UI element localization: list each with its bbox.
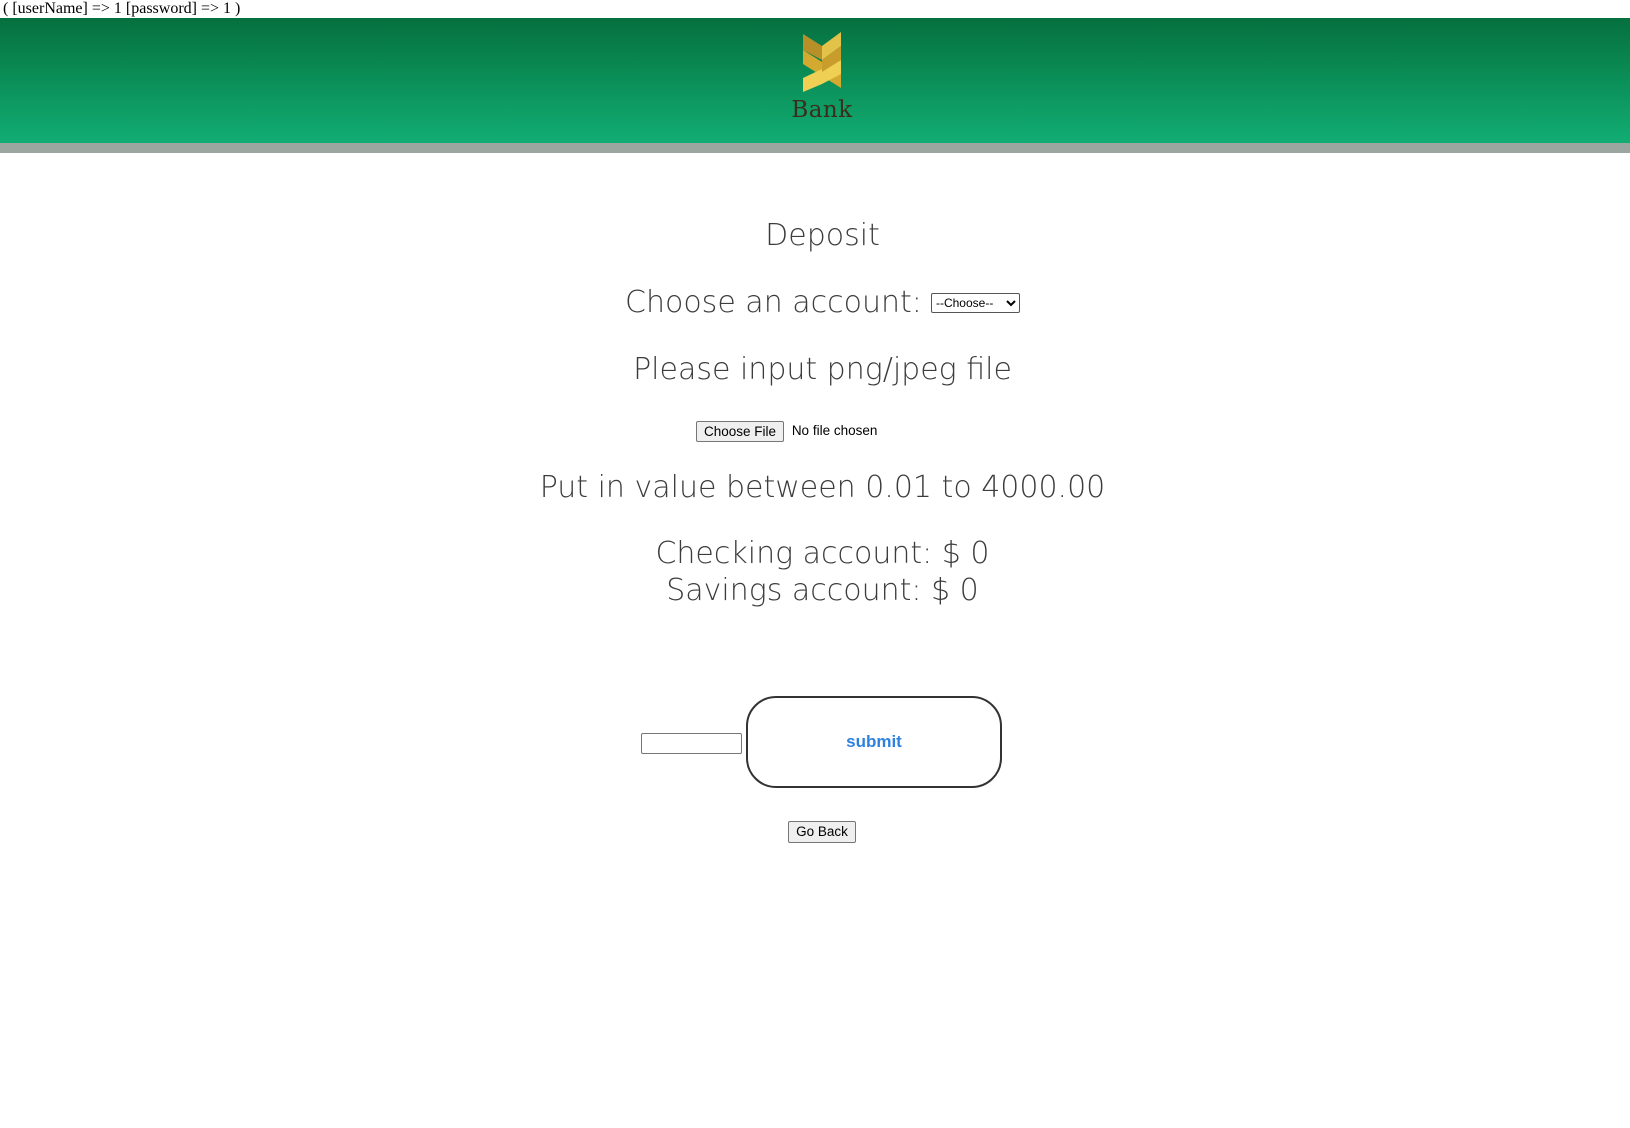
bank-logo-icon (803, 32, 841, 92)
account-chooser-row: Choose an account: --Choose-- (0, 285, 1630, 320)
go-back-button[interactable]: Go Back (788, 821, 856, 843)
account-label: Choose an account: (625, 285, 922, 320)
choose-file-button[interactable]: Choose File (696, 420, 785, 442)
range-prompt: Put in value between 0.01 to 4000.00 (539, 470, 1106, 505)
file-input[interactable]: Choose File No file chosen (696, 420, 877, 442)
checking-balance: Checking account: $ 0 (655, 536, 990, 571)
account-select[interactable]: --Choose-- (930, 292, 1020, 313)
file-status: No file chosen (791, 423, 878, 439)
file-prompt: Please input png/jpeg file (633, 352, 1012, 387)
logo-text: Bank (791, 97, 853, 123)
savings-balance: Savings account: $ 0 (666, 573, 979, 608)
debug-output: ( [userName] => 1 [password] => 1 ) (3, 0, 241, 17)
balances: Checking account: $ 0 Savings account: $… (0, 535, 1630, 609)
amount-input[interactable] (641, 733, 742, 754)
bank-logo[interactable]: Bank (780, 30, 864, 124)
header-divider (0, 143, 1630, 153)
submit-button[interactable]: submit (746, 696, 1002, 788)
page-title: Deposit (765, 218, 880, 253)
